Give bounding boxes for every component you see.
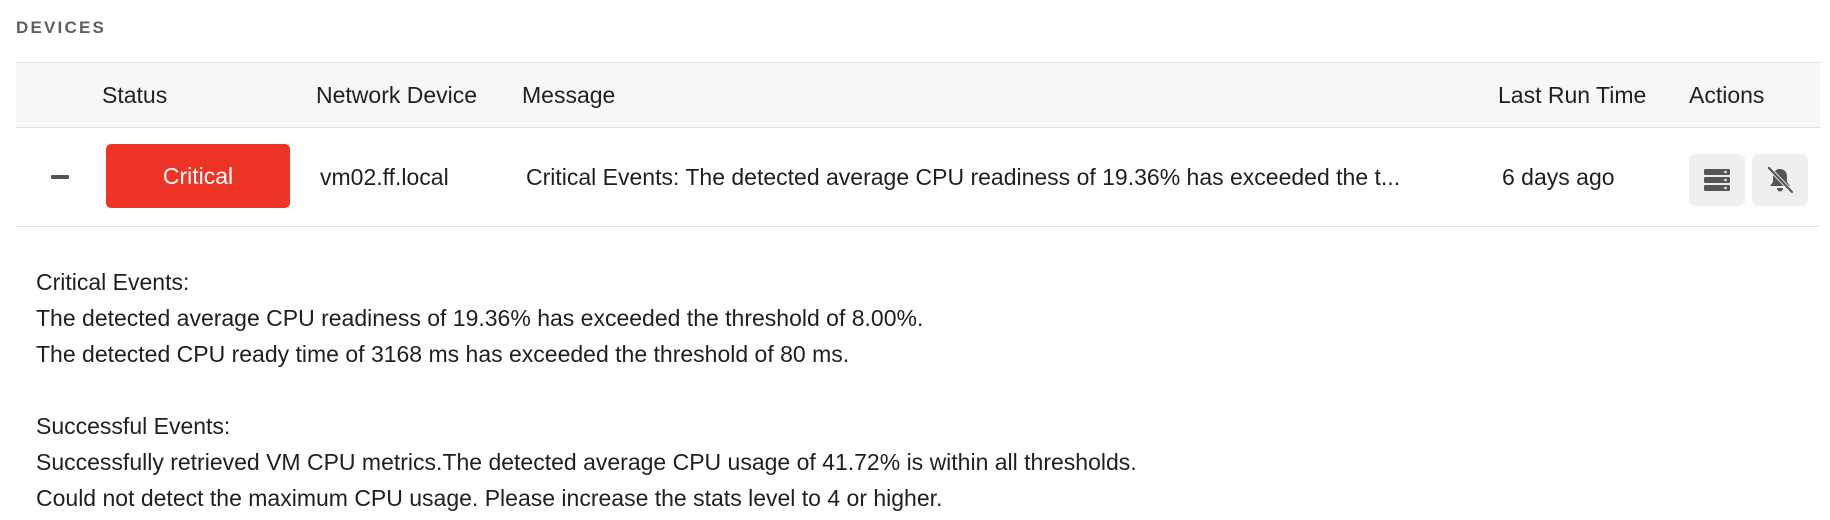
devices-table: Status Network Device Message Last Run T… [16, 62, 1820, 227]
collapse-row-button[interactable] [46, 164, 74, 190]
critical-event-line: The detected average CPU readiness of 19… [36, 305, 924, 331]
column-header-network-device[interactable]: Network Device [316, 63, 477, 127]
critical-events-heading: Critical Events: [36, 269, 190, 295]
column-header-last-run-time[interactable]: Last Run Time [1498, 63, 1646, 127]
status-badge: Critical [106, 144, 290, 208]
bell-off-icon [1767, 166, 1794, 194]
successful-event-line: Could not detect the maximum CPU usage. … [36, 485, 943, 511]
critical-event-line: The detected CPU ready time of 3168 ms h… [36, 341, 850, 367]
column-header-message[interactable]: Message [522, 63, 615, 127]
event-details: Critical Events: The detected average CP… [36, 264, 1137, 516]
minus-icon [51, 175, 69, 179]
view-details-button[interactable] [1689, 154, 1745, 206]
network-device-cell: vm02.ff.local [320, 164, 449, 190]
last-run-time-cell: 6 days ago [1502, 164, 1615, 190]
table-row[interactable]: Critical vm02.ff.local Critical Events: … [16, 128, 1820, 227]
details-spacer [36, 372, 1137, 408]
successful-event-line: Successfully retrieved VM CPU metrics.Th… [36, 449, 1137, 475]
mute-notifications-button[interactable] [1752, 154, 1808, 206]
successful-events-heading: Successful Events: [36, 413, 231, 439]
list-icon [1704, 169, 1730, 191]
column-header-actions: Actions [1689, 82, 1765, 108]
column-header-status[interactable]: Status [102, 63, 167, 127]
message-cell: Critical Events: The detected average CP… [526, 164, 1401, 190]
table-header: Status Network Device Message Last Run T… [16, 62, 1820, 128]
section-title: DEVICES [16, 18, 107, 37]
